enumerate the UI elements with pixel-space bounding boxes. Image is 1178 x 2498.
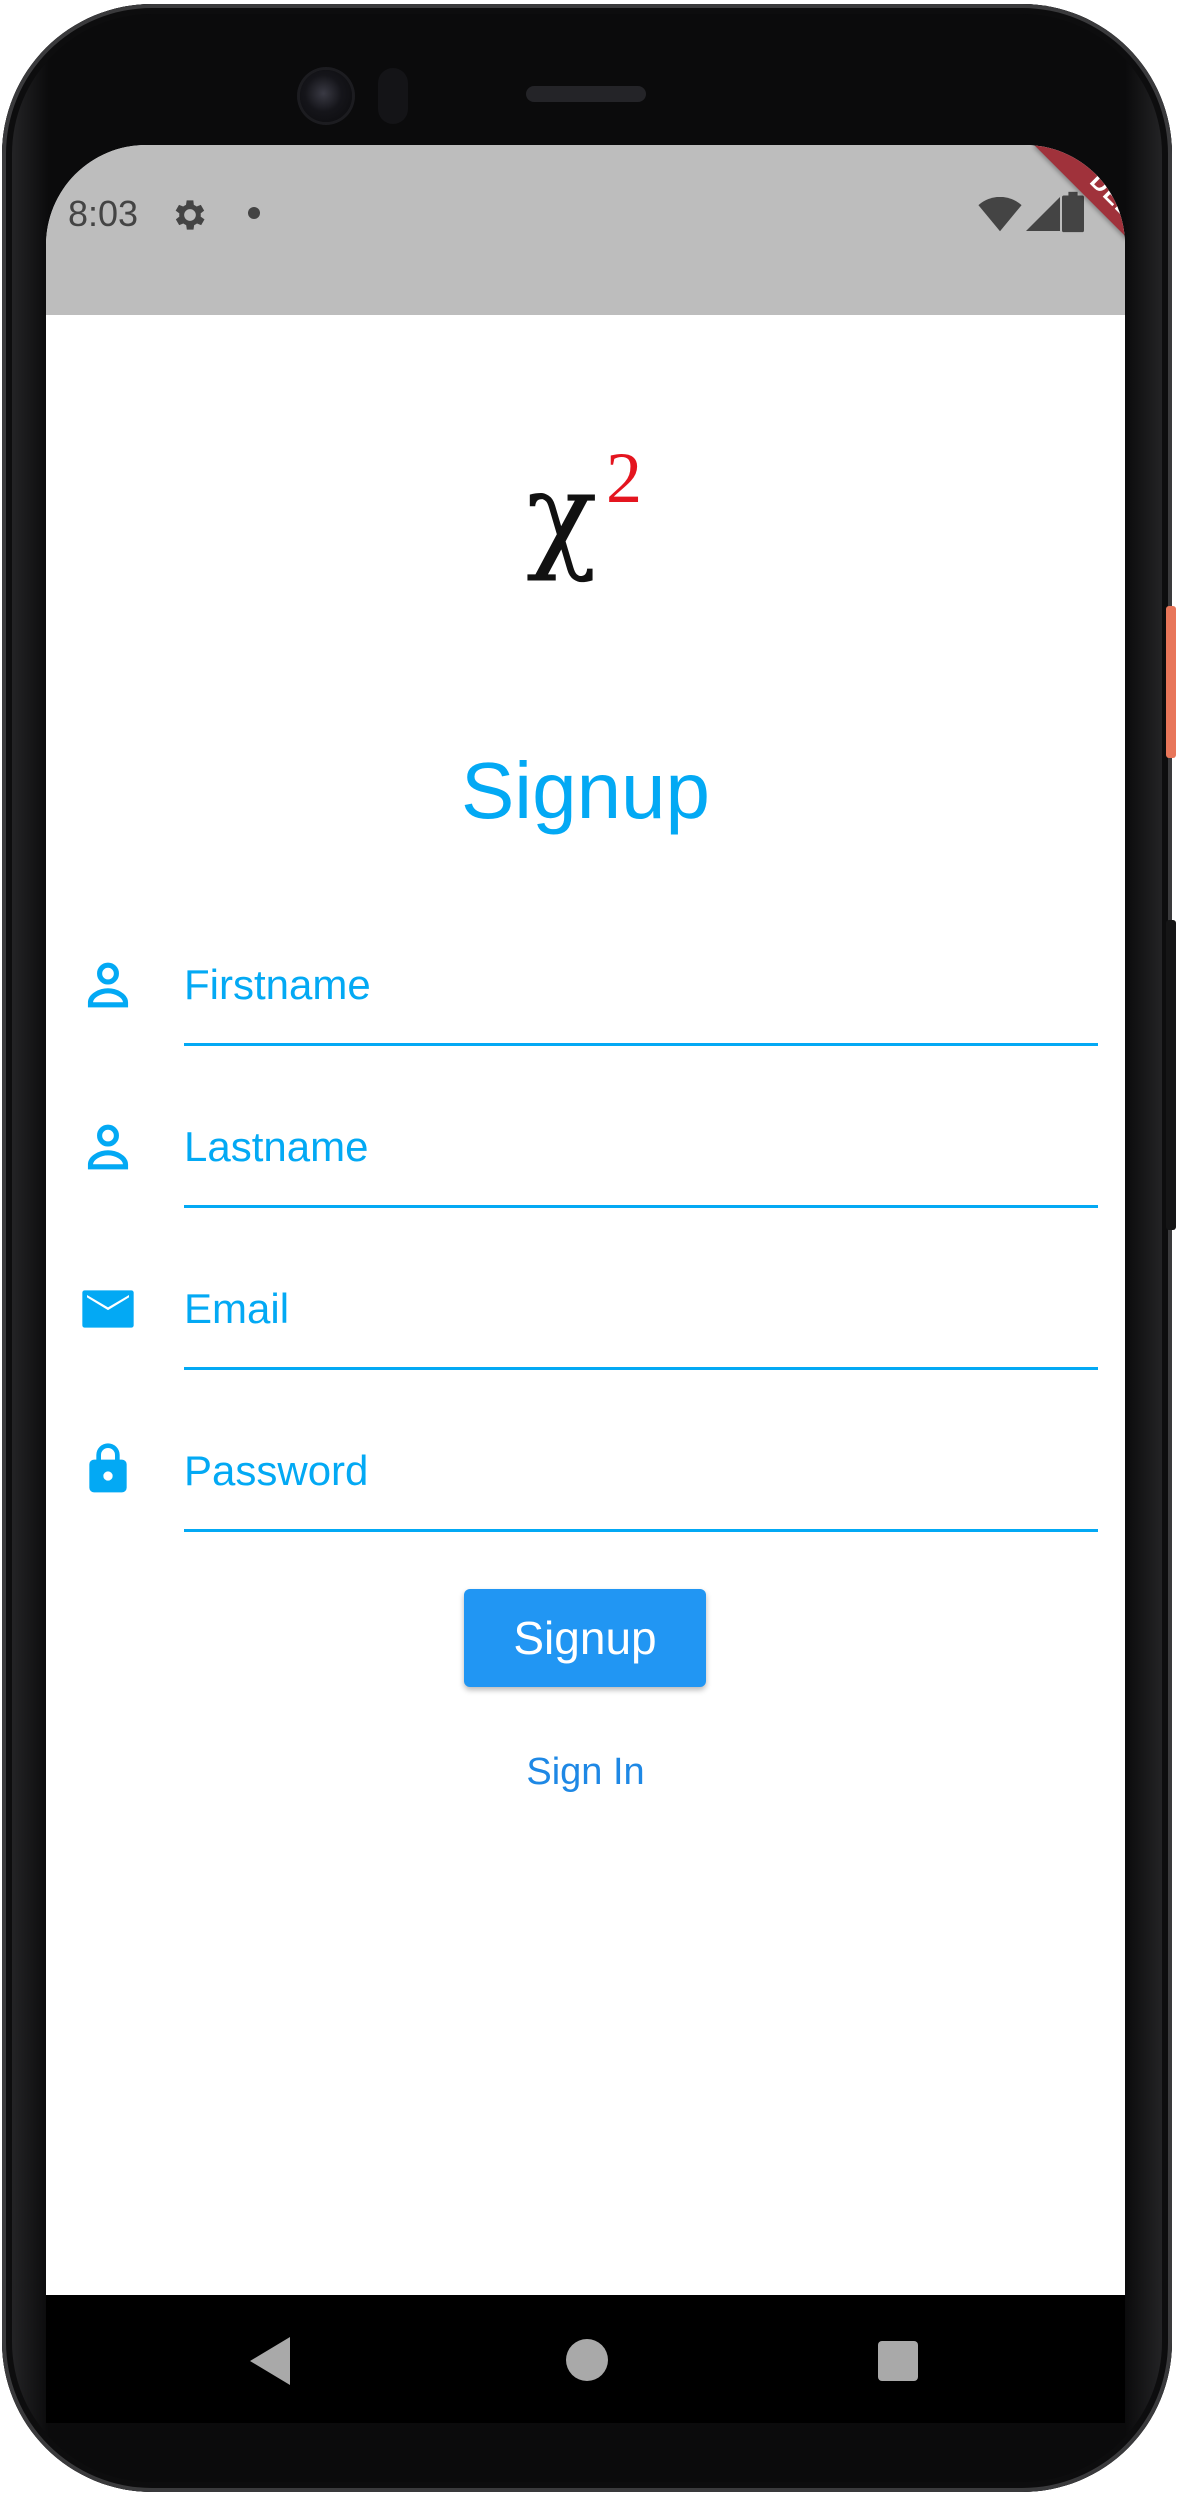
logo-chi-symbol: χ bbox=[526, 446, 598, 584]
signin-link[interactable]: Sign In bbox=[46, 1751, 1125, 1794]
lastname-input[interactable] bbox=[184, 1097, 1096, 1197]
password-field bbox=[46, 1421, 1125, 1583]
home-icon[interactable] bbox=[566, 2339, 608, 2381]
firstname-field bbox=[46, 935, 1125, 1097]
wifi-icon bbox=[978, 197, 1022, 232]
person-icon bbox=[87, 962, 129, 1008]
signup-button[interactable]: Signup bbox=[464, 1589, 706, 1687]
logo-superscript: 2 bbox=[606, 438, 642, 518]
battery-icon bbox=[1062, 191, 1084, 233]
lastname-underline bbox=[184, 1205, 1098, 1208]
proximity-sensor bbox=[378, 68, 408, 124]
status-bar: 8:03 DEBUG bbox=[46, 145, 1125, 315]
volume-button bbox=[1166, 920, 1176, 1230]
password-underline bbox=[184, 1529, 1098, 1532]
password-input[interactable] bbox=[184, 1421, 1096, 1521]
earpiece-speaker bbox=[526, 86, 646, 102]
notification-dot-icon bbox=[248, 207, 260, 219]
email-underline bbox=[184, 1367, 1098, 1370]
cell-signal-icon bbox=[1026, 197, 1060, 231]
page-title: Signup bbox=[460, 746, 711, 835]
navigation-bar bbox=[46, 2295, 1125, 2423]
lock-icon bbox=[89, 1443, 127, 1493]
person-icon bbox=[87, 1124, 129, 1170]
recent-apps-icon[interactable] bbox=[878, 2341, 918, 2381]
email-field bbox=[46, 1259, 1125, 1421]
firstname-input[interactable] bbox=[184, 935, 1096, 1035]
power-button bbox=[1166, 606, 1176, 758]
app-logo: χ 2 bbox=[526, 442, 666, 584]
app-screen: 8:03 DEBUG χ 2 Signup Firstname Lastname… bbox=[46, 145, 1125, 2417]
status-time: 8:03 bbox=[68, 193, 139, 234]
email-input[interactable] bbox=[184, 1259, 1096, 1359]
lastname-field bbox=[46, 1097, 1125, 1259]
firstname-underline bbox=[184, 1043, 1098, 1046]
back-icon[interactable] bbox=[250, 2337, 294, 2385]
settings-gear-icon bbox=[175, 200, 205, 230]
mail-icon bbox=[82, 1290, 134, 1328]
front-camera bbox=[300, 70, 352, 122]
